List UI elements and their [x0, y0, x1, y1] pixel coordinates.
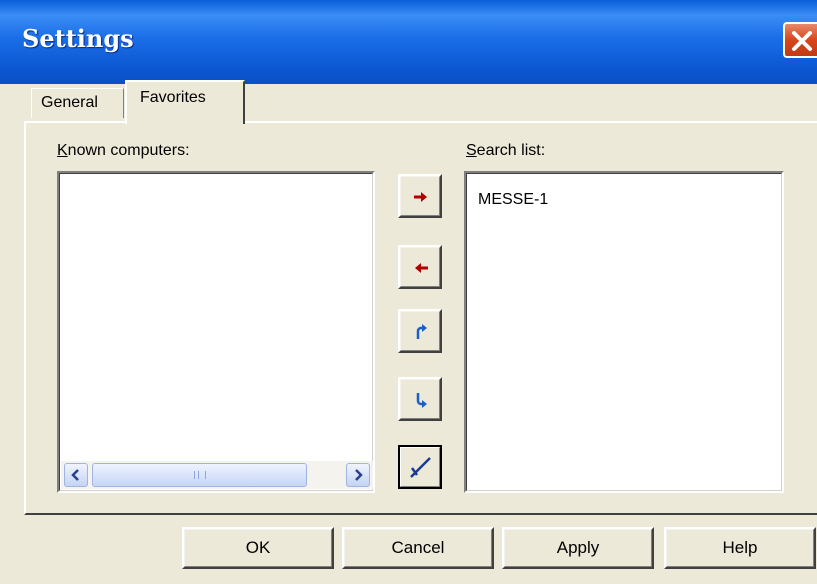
scroll-thumb[interactable]: [92, 463, 307, 487]
arrow-left-icon: [415, 263, 428, 273]
help-button[interactable]: Help: [664, 527, 816, 569]
tab-favorites[interactable]: Favorites: [125, 80, 245, 124]
remove-from-search-list-button[interactable]: [398, 245, 442, 289]
cancel-button[interactable]: Cancel: [342, 527, 494, 569]
clear-list-button[interactable]: [398, 445, 442, 489]
tab-general-label: General: [41, 94, 98, 111]
search-list[interactable]: MESSE-1: [464, 171, 784, 493]
known-computers-list[interactable]: [57, 171, 375, 493]
title-bar[interactable]: Settings: [0, 0, 817, 84]
move-down-icon: [416, 393, 427, 408]
known-computers-label: Known computers:: [57, 142, 190, 159]
window-title: Settings: [22, 24, 134, 53]
chevron-left-icon: [71, 469, 79, 481]
chevron-right-icon: [355, 469, 363, 481]
search-list-label: Search list:: [466, 142, 546, 159]
cancel-button-label: Cancel: [391, 538, 445, 557]
tab-general[interactable]: General: [31, 88, 124, 118]
move-up-icon: [416, 324, 427, 339]
move-up-button[interactable]: [398, 309, 442, 353]
help-button-label: Help: [722, 538, 758, 557]
list-item[interactable]: MESSE-1: [478, 191, 548, 209]
ok-button[interactable]: OK: [182, 527, 334, 569]
settings-dialog: Settings General Favorites Known compute…: [0, 0, 817, 584]
move-down-button[interactable]: [398, 377, 442, 421]
apply-button-label: Apply: [556, 538, 600, 557]
close-button[interactable]: [783, 22, 817, 58]
grip-icon: [194, 471, 206, 479]
tab-favorites-label: Favorites: [140, 89, 206, 106]
scroll-right-button[interactable]: [346, 463, 370, 487]
arrow-right-icon: [414, 192, 427, 202]
clear-checkmark-icon: [410, 457, 431, 478]
add-to-search-list-button[interactable]: [398, 174, 442, 218]
apply-button[interactable]: Apply: [502, 527, 654, 569]
close-icon: [792, 31, 812, 51]
ok-button-label: OK: [245, 538, 271, 557]
horizontal-scrollbar[interactable]: [61, 461, 373, 489]
scroll-left-button[interactable]: [64, 463, 88, 487]
